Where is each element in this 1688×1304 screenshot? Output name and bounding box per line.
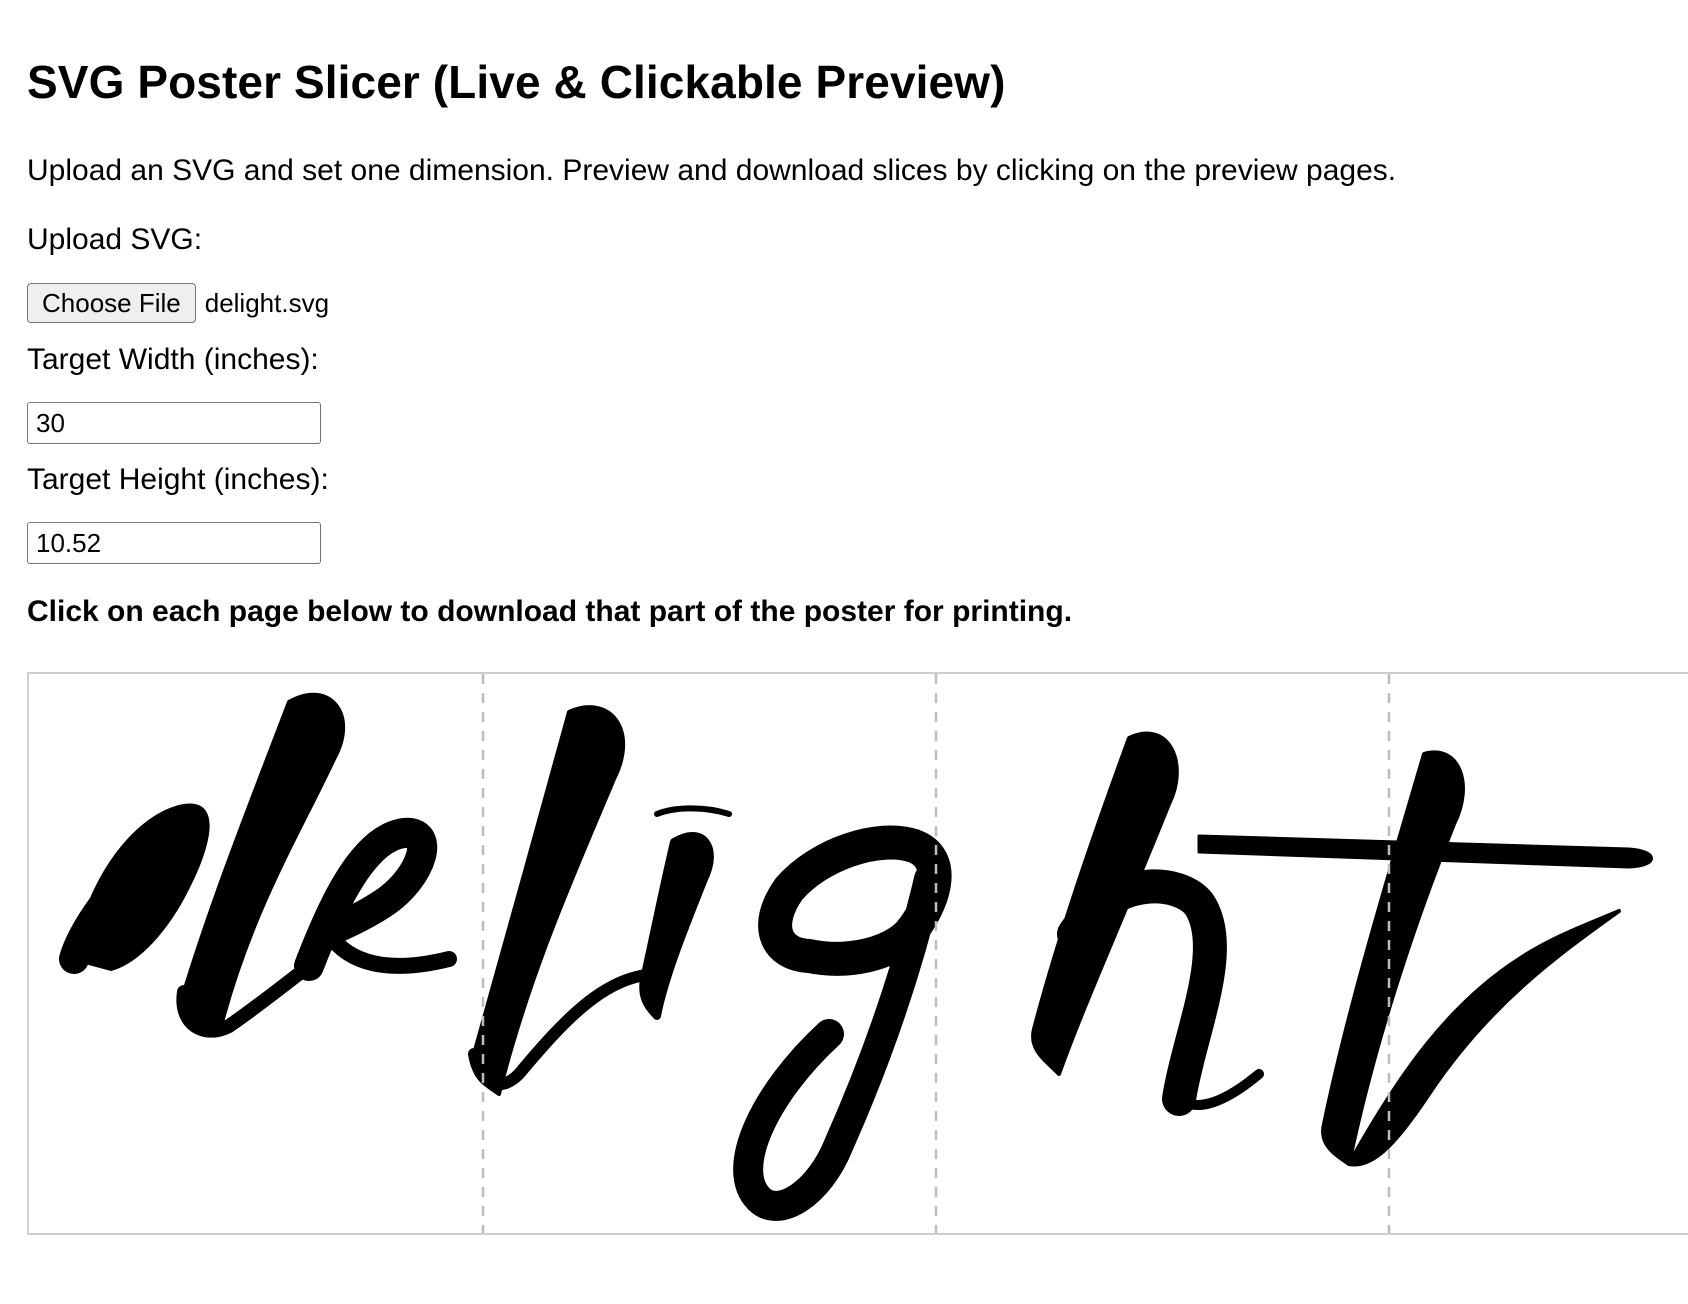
target-height-input[interactable]	[27, 522, 321, 564]
file-input[interactable]: Choose File delight.svg	[27, 282, 329, 324]
poster-artwork	[59, 674, 1653, 1233]
poster-preview[interactable]	[27, 672, 1688, 1235]
target-width-label: Target Width (inches):	[27, 343, 319, 376]
page-description: Upload an SVG and set one dimension. Pre…	[27, 154, 1397, 187]
selected-file-name: delight.svg	[204, 287, 330, 318]
choose-file-button[interactable]: Choose File	[27, 283, 196, 323]
page-title: SVG Poster Slicer (Live & Clickable Prev…	[27, 56, 1006, 108]
upload-svg-label: Upload SVG:	[27, 223, 203, 256]
target-height-label: Target Height (inches):	[27, 463, 329, 496]
target-width-input[interactable]	[27, 402, 321, 444]
svg-poster-slicer-page: SVG Poster Slicer (Live & Clickable Prev…	[0, 0, 1688, 1304]
download-instruction: Click on each page below to download tha…	[27, 595, 1073, 628]
